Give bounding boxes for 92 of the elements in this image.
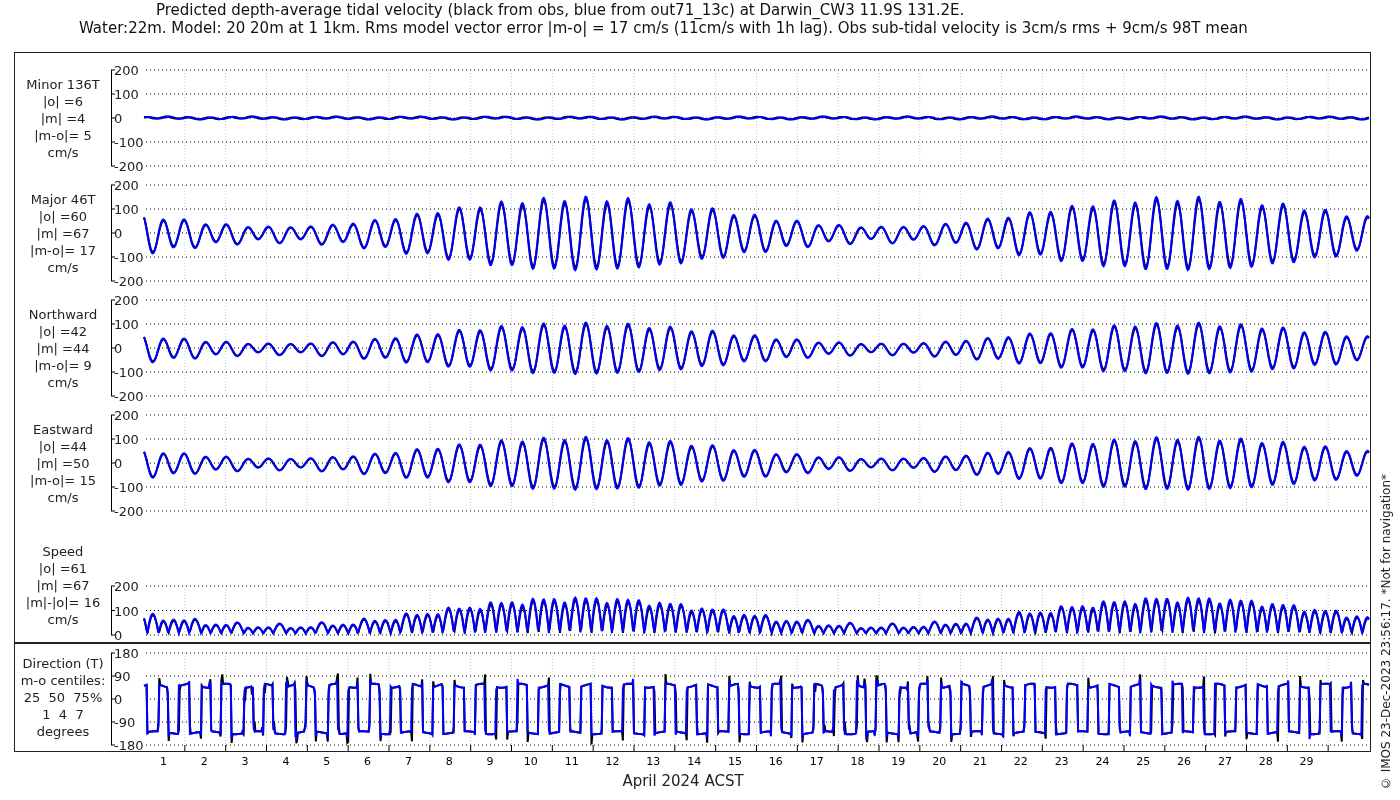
y-tick-label: -200 <box>114 274 144 289</box>
y-tick-label: -200 <box>114 159 144 174</box>
stat-label: |o| =61 <box>38 559 88 577</box>
stat-label: cm/s <box>47 373 79 391</box>
y-tick-label: -200 <box>114 389 144 404</box>
x-tick-label: 12 <box>605 755 620 768</box>
x-tick-label: 24 <box>1095 755 1110 768</box>
y-tick-label: 0 <box>114 226 123 241</box>
y-axis <box>110 585 116 636</box>
stat-label: Direction (T) <box>22 655 104 672</box>
chart-title: Predicted depth-average tidal velocity (black from obs, blue from out71_13c) at Darwin_CW3 11.9S 131.2E. <box>155 1 966 19</box>
x-tick-label: 27 <box>1217 755 1232 768</box>
x-tick-label: 11 <box>564 755 579 768</box>
x-tick-label: 19 <box>891 755 906 768</box>
y-tick-label: 0 <box>114 456 123 471</box>
stat-label: Speed <box>42 542 84 560</box>
stat-label: |o| =60 <box>38 207 88 225</box>
x-tick-label: 1 <box>159 755 167 768</box>
x-tick-label: 15 <box>728 755 742 768</box>
x-tick-label: 13 <box>646 755 661 768</box>
stat-label: |m-o|= 9 <box>34 356 92 374</box>
x-tick-label: 23 <box>1054 755 1069 768</box>
y-tick-label: 100 <box>114 317 139 332</box>
y-tick-label: -100 <box>114 250 144 265</box>
x-tick-label: 3 <box>241 755 249 768</box>
x-tick-label: 18 <box>850 755 865 768</box>
stat-label: |m-o|= 15 <box>30 471 96 489</box>
y-tick-label: 200 <box>114 408 139 423</box>
stat-label: m-o centiles: <box>20 672 106 689</box>
chart-title: Water:22m. Model: 20 20m at 1 1km. Rms model vector error |m-o| = 17 cm/s (11cm/s with 1h lag). Obs sub-tidal velocity is 3cm/s rms + 9cm/s 98T mean <box>78 19 1249 37</box>
copyright-notice: © IMOS 23-Dec-2023 23:56:17. *Not for navigation* <box>1378 473 1394 790</box>
x-tick-label: 21 <box>972 755 987 768</box>
stat-label: |m-o|= 17 <box>30 241 96 259</box>
y-tick-label: 90 <box>114 669 131 684</box>
stat-label: Northward <box>28 305 98 323</box>
x-tick-label: 7 <box>404 755 412 768</box>
y-tick-label: -100 <box>114 480 144 495</box>
y-tick-label: 180 <box>114 646 139 661</box>
x-axis-label: April 2024 ACST <box>622 770 744 792</box>
x-tick-label: 25 <box>1136 755 1151 768</box>
x-tick-label: 17 <box>809 755 824 768</box>
stat-label: 1 4 7 <box>42 706 84 723</box>
y-tick-label: -180 <box>114 738 144 753</box>
y-tick-label: 200 <box>114 579 139 594</box>
stat-label: |m-o|= 5 <box>34 126 92 144</box>
y-tick-label: -90 <box>114 715 136 730</box>
stat-label: Eastward <box>33 420 93 438</box>
stat-label: |m| =4 <box>40 109 86 127</box>
x-tick-label: 22 <box>1013 755 1028 768</box>
x-tick-label: 29 <box>1299 755 1314 768</box>
stat-label: |o| =6 <box>43 92 83 110</box>
y-tick-label: 200 <box>114 63 139 78</box>
stat-label: cm/s <box>47 488 79 506</box>
x-tick-label: 14 <box>687 755 702 768</box>
x-tick-label: 2 <box>200 755 208 768</box>
x-tick-label: 4 <box>282 755 290 768</box>
stat-label: |m| =67 <box>36 224 90 242</box>
y-tick-label: 200 <box>114 293 139 308</box>
stat-label: Major 46T <box>30 190 96 208</box>
stat-label: |m| =67 <box>36 576 90 594</box>
stat-label: cm/s <box>47 258 79 276</box>
y-tick-label: -100 <box>114 135 144 150</box>
y-tick-label: 100 <box>114 202 139 217</box>
stat-label: cm/s <box>47 610 79 628</box>
y-tick-label: 0 <box>114 111 123 126</box>
x-tick-label: 8 <box>445 755 453 768</box>
stat-label: |m|-|o|= 16 <box>25 593 101 611</box>
y-tick-label: 200 <box>114 178 139 193</box>
stat-label: 25 50 75% <box>23 689 103 706</box>
y-tick-label: -100 <box>114 365 144 380</box>
stat-label: |m| =44 <box>36 339 90 357</box>
stat-label: Minor 136T <box>26 75 100 93</box>
x-tick-label: 16 <box>768 755 783 768</box>
x-tick-label: 20 <box>932 755 947 768</box>
y-tick-label: 100 <box>114 432 139 447</box>
y-tick-label: -200 <box>114 504 144 519</box>
x-tick-label: 9 <box>486 755 494 768</box>
x-tick-label: 10 <box>523 755 538 768</box>
x-tick-label: 6 <box>364 755 372 768</box>
stat-label: cm/s <box>47 143 79 161</box>
x-tick-label: 26 <box>1177 755 1192 768</box>
y-tick-label: 0 <box>114 692 123 707</box>
x-tick-label: 28 <box>1258 755 1273 768</box>
x-tick-label: 5 <box>323 755 331 768</box>
y-tick-label: 0 <box>114 341 123 356</box>
y-tick-label: 100 <box>114 603 139 619</box>
stat-label: |m| =50 <box>36 454 90 472</box>
stat-label: degrees <box>36 723 90 740</box>
y-tick-label: 0 <box>114 628 123 643</box>
stat-label: |o| =44 <box>38 437 88 455</box>
stat-label: |o| =42 <box>38 322 88 340</box>
y-tick-label: 100 <box>114 87 139 102</box>
